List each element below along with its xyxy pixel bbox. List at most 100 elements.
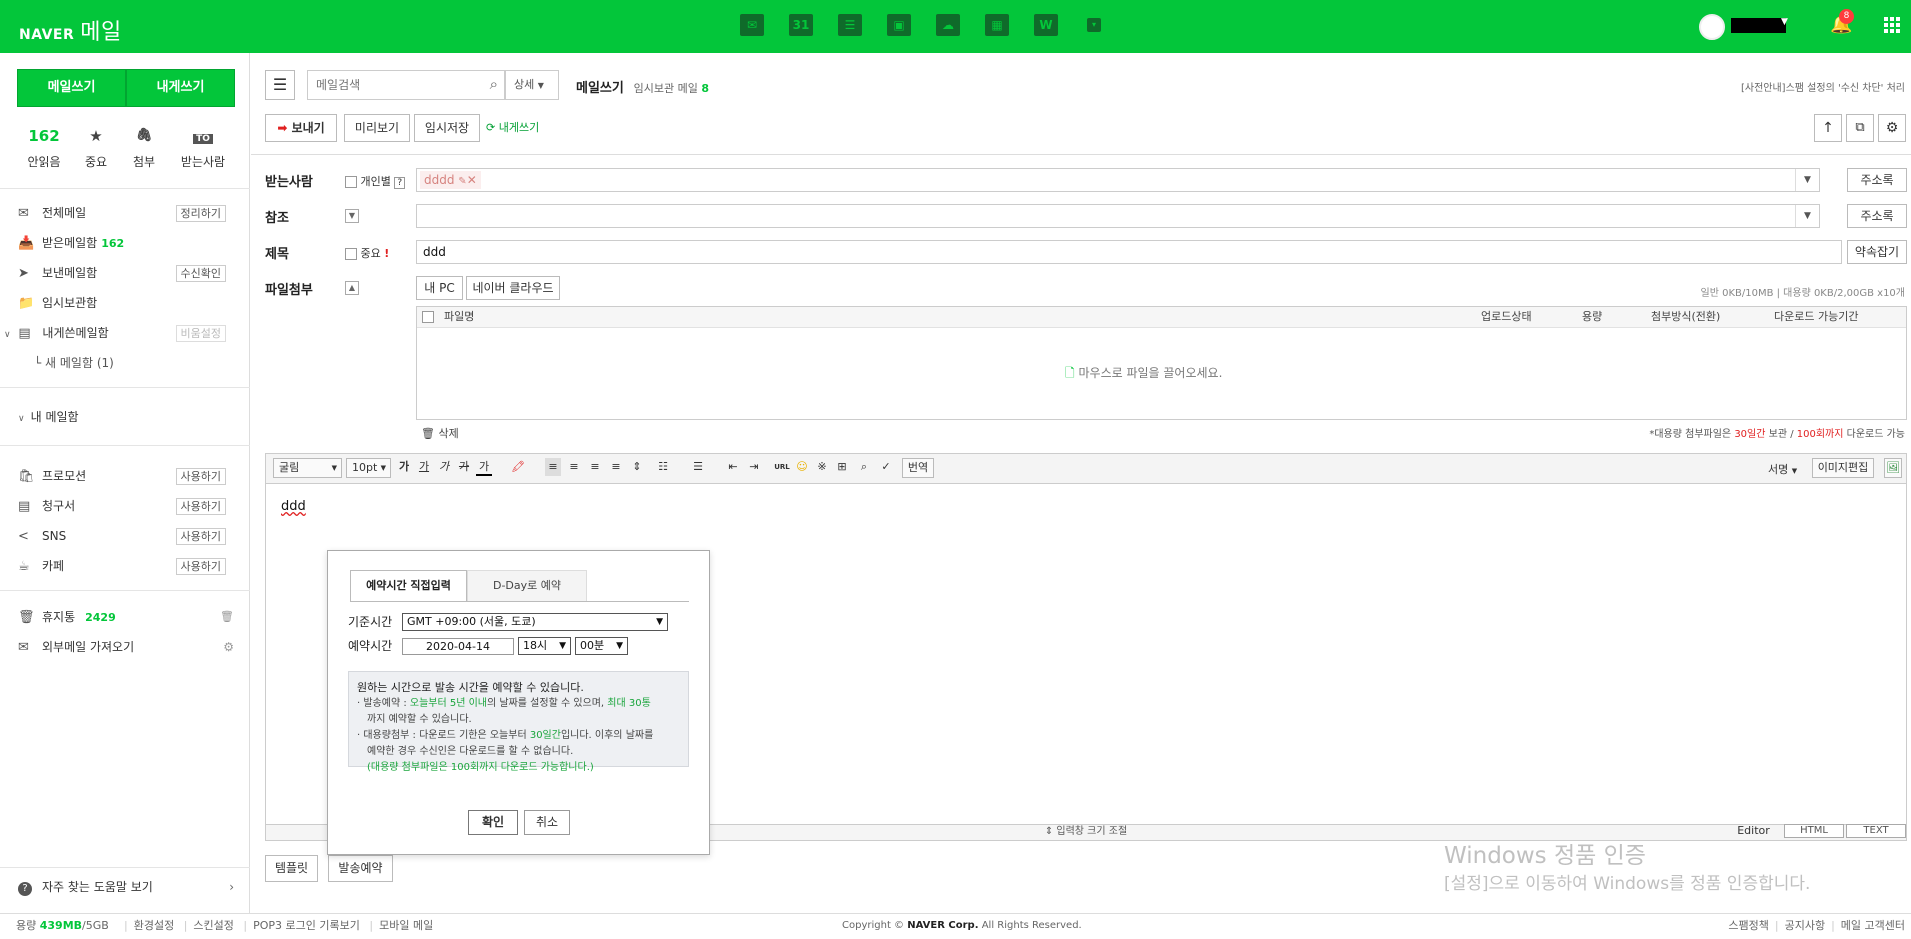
minute-select[interactable]: 00분 ▼ <box>575 637 628 655</box>
schedule-send-button[interactable]: 발송예약 <box>328 855 393 882</box>
detail-search-dropdown[interactable]: 상세 ▼ <box>505 70 559 100</box>
subject-input[interactable] <box>416 240 1842 264</box>
link-url-icon[interactable]: URL <box>774 458 790 476</box>
bullet-list-icon[interactable]: ☰ <box>690 458 706 476</box>
text-mode-tab[interactable]: TEXT <box>1846 824 1906 838</box>
indent-icon[interactable]: ⇥ <box>746 458 762 476</box>
self-write-link[interactable]: ⟳ 내게쓰기 <box>486 119 539 135</box>
emoticon-icon[interactable]: ☺ <box>794 458 810 476</box>
user-name-redacted[interactable] <box>1731 18 1786 33</box>
cc-expand-icon[interactable]: ▼ <box>345 209 359 223</box>
compose-button[interactable]: 메일쓰기 <box>17 69 126 107</box>
image-edit-button[interactable]: 이미지편집 <box>1812 458 1874 478</box>
use-bills-button[interactable]: 사용하기 <box>175 498 226 515</box>
attachment-area[interactable]: 파일명 업로드상태 용량 첨부방식(전환) 다운로드 가능기간 🗋 마우스로 파… <box>416 306 1907 420</box>
footer-link-spam-policy[interactable]: 스팸정책 <box>1728 919 1768 932</box>
strikethrough-icon[interactable]: 가 <box>456 458 472 476</box>
select-all-files-checkbox[interactable] <box>422 311 434 323</box>
my-pc-button[interactable]: 내 PC <box>416 276 463 300</box>
timezone-select[interactable]: GMT +09:00 (서울, 도쿄) ▼ <box>402 613 668 631</box>
hour-select[interactable]: 18시 ▼ <box>518 637 571 655</box>
use-sns-button[interactable]: 사용하기 <box>175 528 226 545</box>
template-button[interactable]: 템플릿 <box>265 855 318 882</box>
sidebar-item-external-mail[interactable]: ✉ 외부메일 가져오기 ⚙ <box>18 637 238 657</box>
search-icon[interactable]: ⌕ <box>490 75 498 93</box>
more-service-icon[interactable]: ▾ <box>1087 18 1103 42</box>
gear-icon[interactable]: ⚙ <box>223 637 234 657</box>
align-center-icon[interactable]: ≡ <box>566 458 582 476</box>
schedule-date-input[interactable] <box>402 638 514 655</box>
sidebar-item-promotion[interactable]: 🛍 프로모션 사용하기 <box>18 466 238 486</box>
calendar-service-icon[interactable]: 31 <box>789 14 815 38</box>
sidebar-item-sent[interactable]: ➤ 보낸메일함 수신확인 <box>18 263 238 283</box>
align-left-icon[interactable]: ≡ <box>545 458 561 476</box>
quick-to-me[interactable]: TO 받는사람 <box>173 125 233 170</box>
organize-button[interactable]: 정리하기 <box>175 205 226 222</box>
image-insert-icon[interactable]: 🖼 <box>1884 458 1902 478</box>
tab-dday[interactable]: D-Day로 예약 <box>467 570 587 602</box>
sidebar-item-cafe[interactable]: ☕ 카페 사용하기 <box>18 556 238 576</box>
cc-dropdown-caret-icon[interactable]: ▼ <box>1795 205 1819 227</box>
read-receipt-button[interactable]: 수신확인 <box>175 265 226 282</box>
align-justify-icon[interactable]: ≡ <box>608 458 624 476</box>
to-dropdown-caret-icon[interactable]: ▼ <box>1795 169 1819 191</box>
font-family-select[interactable]: 굴림 ▼ <box>273 458 342 478</box>
outdent-icon[interactable]: ⇤ <box>725 458 741 476</box>
cc-field[interactable]: ▼ <box>416 204 1820 228</box>
tab-direct-input[interactable]: 예약시간 직접입력 <box>350 570 467 602</box>
appointment-button[interactable]: 약속잡기 <box>1847 240 1907 264</box>
mail-service-icon[interactable]: ✉ <box>740 14 766 38</box>
office-service-icon[interactable]: ▦ <box>985 14 1011 38</box>
use-promotion-button[interactable]: 사용하기 <box>175 468 226 485</box>
chevron-down-icon[interactable]: ∨ <box>4 330 11 340</box>
to-field[interactable]: dddd ✎✕ ▼ <box>416 168 1820 192</box>
text-color-icon[interactable]: 가 <box>476 458 492 476</box>
quick-attachment[interactable]: 🖇 첨부 <box>114 125 174 170</box>
footer-link-support[interactable]: 메일 고객센터 <box>1841 919 1905 932</box>
save-draft-button[interactable]: 임시저장 <box>414 114 480 142</box>
address-book-button-cc[interactable]: 주소록 <box>1847 204 1907 228</box>
footer-link-settings[interactable]: 환경설정 <box>134 919 174 932</box>
sidebar-item-all-mail[interactable]: ✉ 전체메일 정리하기 <box>18 203 238 223</box>
footer-link-skin[interactable]: 스킨설정 <box>193 919 233 932</box>
footer-link-notice[interactable]: 공지사항 <box>1785 919 1825 932</box>
individual-checkbox[interactable] <box>345 176 357 188</box>
search-input[interactable] <box>316 76 466 94</box>
align-right-icon[interactable]: ≡ <box>587 458 603 476</box>
use-cafe-button[interactable]: 사용하기 <box>175 558 226 575</box>
quick-unread[interactable]: 162 안읽음 <box>14 125 74 170</box>
naver-mail-logo[interactable]: NAVER 메일 <box>19 14 122 46</box>
menu-toggle-icon[interactable]: ☰ <box>265 70 295 100</box>
italic-icon[interactable]: 가 <box>436 458 452 476</box>
self-compose-button[interactable]: 내게쓰기 <box>126 69 235 107</box>
table-icon[interactable]: ⊞ <box>834 458 850 476</box>
send-button[interactable]: ➡ 보내기 <box>265 114 337 142</box>
cloud-service-icon[interactable]: ☁ <box>936 14 962 38</box>
individual-send-option[interactable]: 개인별 ? <box>345 173 406 189</box>
translate-button[interactable]: 번역 <box>902 458 934 478</box>
special-char-icon[interactable]: ※ <box>814 458 830 476</box>
app-grid-icon[interactable] <box>1884 17 1900 33</box>
settings-gear-icon[interactable]: ⚙ <box>1878 114 1906 142</box>
empty-trash-icon[interactable]: 🗑 <box>220 607 234 627</box>
footer-link-pop3-log[interactable]: POP3 로그인 기록보기 <box>253 919 360 932</box>
line-height-icon[interactable]: ⇕ <box>629 458 645 476</box>
drafts-link[interactable]: 임시보관 메일 8 <box>634 82 709 95</box>
delete-file-button[interactable]: 🗑 삭제 <box>421 425 459 441</box>
attach-collapse-icon[interactable]: ▲ <box>345 281 359 295</box>
edit-icon[interactable]: ✎ <box>458 176 466 187</box>
sidebar-item-my-mailbox[interactable]: ∨ 내 메일함 <box>18 407 238 427</box>
address-book-button-to[interactable]: 주소록 <box>1847 168 1907 192</box>
html-mode-tab[interactable]: HTML <box>1784 824 1844 838</box>
find-icon[interactable]: ⌕ <box>856 458 872 476</box>
help-link[interactable]: ? 자주 찾는 도움말 보기 › <box>18 877 238 897</box>
memo-service-icon[interactable]: ☰ <box>838 14 864 38</box>
font-size-select[interactable]: 10pt ▼ <box>346 458 391 478</box>
help-question-icon[interactable]: ? <box>394 177 406 189</box>
notice-link[interactable]: [사전안내]스팸 설정의 '수신 차단' 처리 <box>1741 79 1905 94</box>
recipient-chip[interactable]: dddd ✎✕ <box>420 171 481 189</box>
confirm-button[interactable]: 확인 <box>468 810 518 835</box>
underline-icon[interactable]: 가 <box>416 458 432 476</box>
sidebar-item-new-folder[interactable]: └ 새 메일함 (1) <box>34 353 234 373</box>
editor-text[interactable]: ddd <box>281 499 306 514</box>
